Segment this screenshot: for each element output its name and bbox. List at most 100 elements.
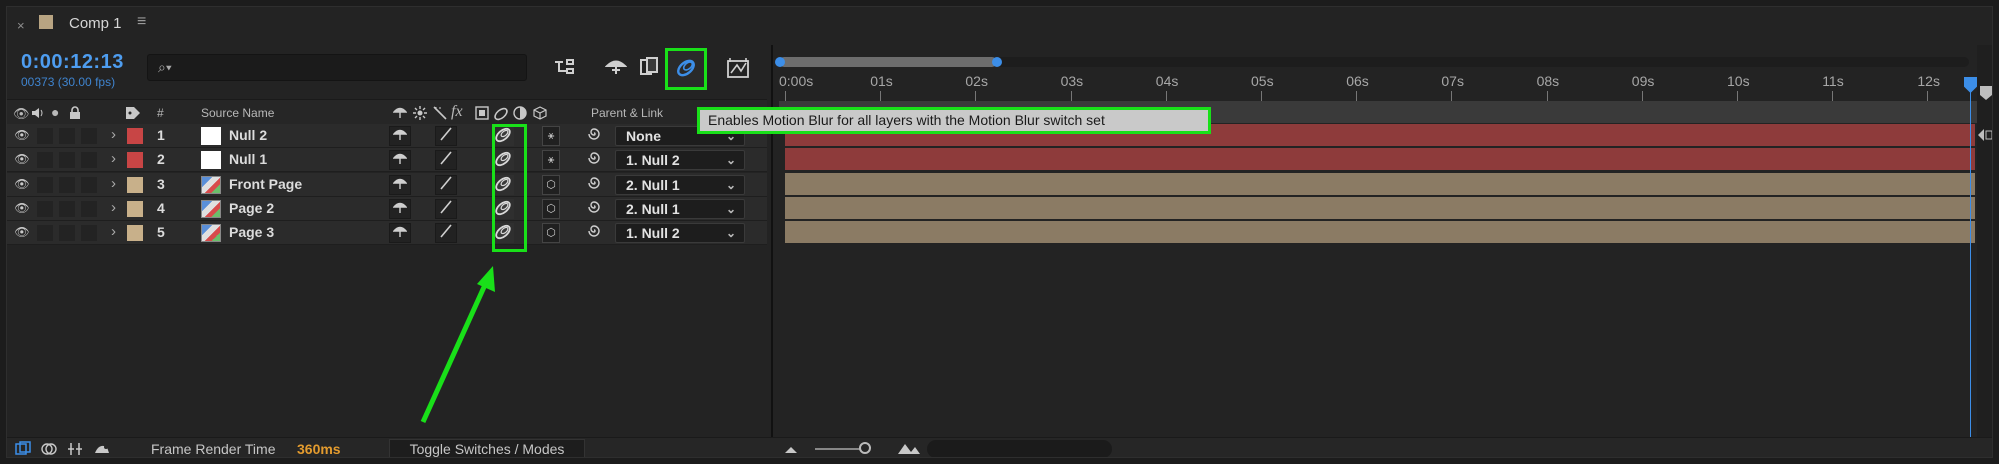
transfer-controls-pane-icon[interactable] — [41, 441, 57, 457]
layer-name[interactable]: Null 2 — [229, 127, 267, 143]
null-3d-icon[interactable]: ⚹ — [542, 150, 560, 171]
solo-switch[interactable] — [59, 176, 75, 193]
layer-switches-pane-icon[interactable] — [15, 441, 31, 457]
solo-header-icon[interactable]: ● — [51, 104, 59, 120]
audio-switch[interactable] — [37, 152, 53, 169]
solo-switch[interactable] — [59, 128, 75, 144]
label-color-swatch[interactable] — [127, 200, 143, 217]
label-header-icon[interactable] — [125, 106, 141, 123]
panel-menu-icon[interactable]: ≡ — [137, 13, 146, 31]
video-switch-header-icon[interactable]: 👁 — [13, 106, 30, 122]
3d-layer-switch[interactable]: ⬡ — [542, 223, 560, 244]
label-color-swatch[interactable] — [127, 128, 143, 144]
layer-row[interactable]: 👁 › 2 Null 1 ⚹ 1. Null 2 ⌄ — [7, 148, 767, 173]
quality-switch[interactable] — [435, 223, 457, 244]
current-time-display[interactable]: 0:00:12:13 — [21, 51, 124, 74]
3d-layer-switch[interactable]: ⬡ — [542, 198, 560, 219]
motion-blur-master-switch[interactable] — [665, 48, 707, 90]
quality-header-icon[interactable] — [433, 106, 447, 123]
3d-layer-switch[interactable]: ⬡ — [542, 174, 560, 195]
layer-name[interactable]: Page 2 — [229, 200, 274, 216]
expand-chevron-icon[interactable]: › — [111, 150, 116, 167]
layer-duration-bar[interactable] — [785, 221, 1975, 244]
shy-switch[interactable] — [389, 198, 411, 219]
motion-blur-header-icon[interactable] — [493, 106, 509, 125]
quality-switch[interactable] — [435, 174, 457, 195]
layer-duration-bar[interactable] — [785, 172, 1975, 195]
video-visibility-icon[interactable]: 👁 — [13, 128, 31, 142]
layer-name[interactable]: Front Page — [229, 176, 302, 192]
shy-switch[interactable] — [389, 150, 411, 171]
lock-switch[interactable] — [81, 200, 97, 217]
collapse-switch[interactable] — [413, 126, 435, 146]
collapse-switch[interactable] — [413, 198, 435, 219]
shy-layers-icon[interactable] — [603, 57, 629, 83]
frame-blending-icon[interactable] — [637, 57, 663, 83]
close-tab-icon[interactable]: × — [17, 18, 25, 33]
effect-switch[interactable] — [459, 198, 481, 219]
timeline-horizontal-scrollbar[interactable] — [927, 440, 1112, 457]
composition-flowchart-icon[interactable] — [552, 57, 578, 83]
expand-chevron-icon[interactable]: › — [111, 175, 116, 192]
parent-link-header[interactable]: Parent & Link — [591, 106, 663, 120]
time-navigator-end-handle[interactable] — [992, 57, 1002, 67]
lock-switch[interactable] — [81, 128, 97, 144]
parent-dropdown[interactable]: 1. Null 2 ⌄ — [615, 150, 745, 171]
quality-switch[interactable] — [435, 198, 457, 219]
shy-switch[interactable] — [389, 126, 411, 146]
null-3d-icon[interactable]: ⚹ — [542, 126, 560, 146]
time-ruler[interactable]: 0:00s 01s 02s 03s 04s 05s 06s 07s 08s 09s 10s 11s 12… — [779, 69, 1979, 101]
shy-header-icon[interactable] — [392, 106, 408, 121]
video-visibility-icon[interactable]: 👁 — [13, 201, 31, 215]
adjustment-layer-header-icon[interactable] — [513, 106, 527, 123]
solo-switch[interactable] — [59, 200, 75, 217]
layer-row[interactable]: 👁 › 5 Page 3 ⬡ 1. Null 2 ⌄ — [7, 221, 767, 246]
collapse-switch[interactable] — [413, 174, 435, 195]
3d-layer-header-icon[interactable] — [533, 106, 547, 123]
video-visibility-icon[interactable]: 👁 — [13, 152, 31, 166]
parent-pickwhip-icon[interactable] — [587, 200, 601, 217]
search-input[interactable]: ⌕▾ — [147, 54, 527, 81]
collapse-switch[interactable] — [413, 223, 435, 244]
effect-switch[interactable] — [459, 150, 481, 171]
parent-dropdown[interactable]: 1. Null 2 ⌄ — [615, 223, 745, 244]
parent-dropdown[interactable]: 2. Null 1 ⌄ — [615, 198, 745, 219]
time-navigator-start-handle[interactable] — [775, 57, 785, 67]
parent-pickwhip-icon[interactable] — [587, 151, 601, 168]
zoom-in-icon[interactable] — [897, 441, 921, 457]
effect-switch[interactable] — [459, 223, 481, 244]
expand-chevron-icon[interactable]: › — [111, 126, 116, 143]
render-time-pane-icon[interactable] — [93, 441, 111, 457]
keyframe-nav-icon[interactable] — [1977, 127, 1993, 143]
shy-switch[interactable] — [389, 174, 411, 195]
frame-blend-header-icon[interactable] — [475, 106, 489, 123]
collapse-header-icon[interactable] — [413, 106, 427, 123]
expand-chevron-icon[interactable]: › — [111, 199, 116, 216]
layer-row[interactable]: 👁 › 4 Page 2 ⬡ 2. Null 1 ⌄ — [7, 196, 767, 221]
solo-switch[interactable] — [59, 152, 75, 169]
quality-switch[interactable] — [435, 150, 457, 171]
video-visibility-icon[interactable]: 👁 — [13, 225, 31, 239]
zoom-out-icon[interactable] — [783, 442, 799, 457]
toggle-switches-modes-button[interactable]: Toggle Switches / Modes — [389, 439, 585, 457]
label-color-swatch[interactable] — [127, 176, 143, 193]
lock-switch[interactable] — [81, 176, 97, 193]
effect-switch[interactable] — [459, 174, 481, 195]
lock-switch[interactable] — [81, 225, 97, 242]
audio-switch[interactable] — [37, 225, 53, 242]
source-name-header[interactable]: Source Name — [201, 106, 274, 120]
audio-switch[interactable] — [37, 176, 53, 193]
solo-switch[interactable] — [59, 225, 75, 242]
lock-header-icon[interactable] — [69, 106, 81, 123]
layer-row[interactable]: 👁 › 3 Front Page ⬡ 2. Null 1 ⌄ — [7, 172, 767, 197]
layer-row[interactable]: 👁 › 1 Null 2 ⚹ None ⌄ — [7, 124, 767, 148]
effect-switch[interactable] — [459, 126, 481, 146]
parent-dropdown[interactable]: 2. Null 1 ⌄ — [615, 174, 745, 195]
video-visibility-icon[interactable]: 👁 — [13, 177, 31, 191]
layer-name[interactable]: Null 1 — [229, 151, 267, 167]
label-color-swatch[interactable] — [127, 152, 143, 169]
layer-duration-bar[interactable] — [785, 196, 1975, 219]
collapse-switch[interactable] — [413, 150, 435, 171]
layer-duration-bar[interactable] — [785, 148, 1975, 171]
quality-switch[interactable] — [435, 126, 457, 146]
